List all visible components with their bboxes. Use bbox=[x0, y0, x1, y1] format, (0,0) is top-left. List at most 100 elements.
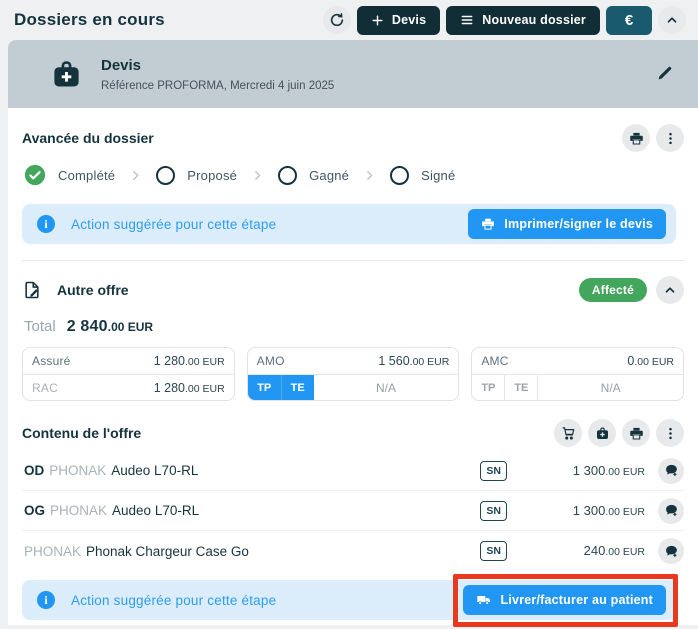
suggestion-bar-top: i Action suggérée pour cette étape Impri… bbox=[22, 204, 676, 244]
medical-bag-icon bbox=[54, 60, 79, 86]
progress-menu-button[interactable] bbox=[656, 124, 684, 152]
empty-step-circle bbox=[156, 165, 176, 185]
suggestion-text: Action suggérée pour cette étape bbox=[71, 216, 277, 232]
product-side: OG bbox=[24, 503, 46, 518]
check-circle-icon bbox=[24, 164, 46, 186]
comment-add-icon bbox=[665, 464, 677, 476]
product-side: OD bbox=[24, 463, 45, 478]
total-label: Total bbox=[24, 318, 56, 335]
menu-icon bbox=[461, 15, 473, 25]
offer-menu-button[interactable] bbox=[656, 419, 684, 447]
product-price: 1 300.00 EUR bbox=[572, 502, 645, 518]
euro-button[interactable]: € bbox=[606, 5, 652, 35]
product-name: Audeo L70-RL bbox=[111, 463, 199, 478]
content-header: Contenu de l'offre bbox=[22, 419, 684, 447]
chevron-right-icon bbox=[363, 169, 376, 182]
amc-tp-toggle[interactable]: TP bbox=[472, 375, 506, 400]
product-price: 1 300.00 EUR bbox=[572, 462, 645, 478]
step-propose[interactable]: Proposé bbox=[156, 165, 237, 185]
collapse-offer-button[interactable] bbox=[656, 276, 684, 304]
dossier-card: Devis Référence PROFORMA, Mercredi 4 jui… bbox=[8, 40, 698, 627]
amo-te-toggle[interactable]: TE bbox=[280, 375, 314, 400]
printer-icon bbox=[482, 218, 495, 230]
add-comment-button[interactable] bbox=[658, 538, 684, 564]
step-signe[interactable]: Signé bbox=[390, 165, 455, 185]
devis-title: Devis bbox=[101, 56, 142, 74]
comment-add-icon bbox=[665, 504, 677, 516]
devis-button[interactable]: Devis bbox=[356, 5, 441, 35]
info-icon: i bbox=[37, 215, 55, 233]
offer-total: Total 2 840 .00 EUR bbox=[22, 318, 684, 336]
offer-section: Autre offre Affecté Total 2 840 .00 EUR … bbox=[8, 261, 698, 627]
print-sign-devis-button[interactable]: Imprimer/signer le devis bbox=[468, 209, 666, 239]
amc-row: AMC 0.00 EUR bbox=[481, 354, 675, 368]
assure-row: Assuré 1 280.00 EUR bbox=[32, 354, 225, 368]
product-brand: PHONAK bbox=[50, 503, 108, 518]
refresh-icon bbox=[330, 13, 344, 27]
total-amount: 2 840 bbox=[66, 318, 108, 335]
dossier-stepper: Complété Proposé Gagné Signé bbox=[22, 164, 684, 186]
print-offer-button[interactable] bbox=[622, 419, 650, 447]
chevron-right-icon bbox=[129, 169, 142, 182]
document-edit-icon bbox=[22, 280, 42, 300]
edit-devis-button[interactable] bbox=[656, 64, 674, 85]
nouveau-dossier-button[interactable]: Nouveau dossier bbox=[446, 5, 600, 35]
add-comment-button[interactable] bbox=[658, 497, 684, 524]
printer-icon bbox=[629, 427, 643, 440]
amc-te-toggle[interactable]: TE bbox=[505, 375, 539, 400]
product-brand: PHONAK bbox=[24, 543, 82, 559]
status-badge: Affecté bbox=[578, 278, 647, 302]
offer-title: Autre offre bbox=[57, 282, 129, 298]
product-row: OG PHONAK Audeo L70-RL SN 1 300.00 EUR bbox=[22, 491, 684, 531]
amc-toggles: TP TE N/A bbox=[472, 374, 684, 400]
sn-badge[interactable]: SN bbox=[480, 541, 507, 561]
product-name: Audeo L70-RL bbox=[112, 503, 200, 518]
content-title: Contenu de l'offre bbox=[22, 425, 142, 441]
collapse-button[interactable] bbox=[658, 6, 686, 34]
amo-box: AMO 1 560.00 EUR TP TE N/A bbox=[246, 347, 460, 401]
total-fraction: .00 EUR bbox=[107, 320, 154, 334]
amo-tp-toggle[interactable]: TP bbox=[247, 375, 281, 400]
empty-step-circle bbox=[278, 165, 298, 185]
truck-icon bbox=[476, 596, 490, 605]
amo-na: N/A bbox=[376, 380, 397, 395]
amo-row: AMO 1 560.00 EUR bbox=[256, 354, 450, 368]
devis-subtitle: Référence PROFORMA, Mercredi 4 juin 2025 bbox=[101, 79, 335, 92]
suggestion-bar-bottom: i Action suggérée pour cette étape Livre… bbox=[22, 574, 678, 627]
kebab-menu-icon bbox=[668, 132, 672, 144]
amc-na: N/A bbox=[600, 380, 621, 395]
kebab-menu-icon bbox=[668, 427, 672, 439]
add-product-button[interactable] bbox=[588, 419, 616, 447]
add-comment-button[interactable] bbox=[658, 457, 684, 484]
header-actions: Devis Nouveau dossier € bbox=[322, 5, 686, 35]
chevron-up-icon bbox=[667, 17, 677, 23]
deliver-invoice-button[interactable]: Livrer/facturer au patient bbox=[462, 585, 666, 615]
step-complete[interactable]: Complété bbox=[24, 164, 115, 186]
product-name: Phonak Chargeur Case Go bbox=[86, 543, 249, 559]
chevron-right-icon bbox=[251, 169, 264, 182]
print-progress-button[interactable] bbox=[622, 124, 650, 152]
info-icon: i bbox=[37, 591, 55, 609]
cart-icon bbox=[562, 426, 574, 440]
devis-titles: Devis Référence PROFORMA, Mercredi 4 jui… bbox=[101, 57, 334, 92]
product-row: PHONAK Phonak Chargeur Case Go SN 240.00… bbox=[22, 531, 684, 571]
sn-badge[interactable]: SN bbox=[480, 460, 507, 481]
amc-box: AMC 0.00 EUR TP TE N/A bbox=[471, 347, 685, 401]
rac-row: RAC 1 280.00 EUR bbox=[23, 374, 234, 400]
comment-add-icon bbox=[665, 545, 677, 557]
amo-toggles: TP TE N/A bbox=[247, 374, 459, 400]
plus-icon bbox=[372, 14, 383, 26]
sn-badge[interactable]: SN bbox=[480, 500, 507, 521]
medical-bag-icon bbox=[596, 426, 608, 439]
refresh-button[interactable] bbox=[322, 6, 351, 34]
step-gagne[interactable]: Gagné bbox=[278, 165, 349, 185]
cart-button[interactable] bbox=[554, 419, 582, 447]
progress-section: Avancée du dossier Complété Proposé Gagn… bbox=[8, 108, 698, 261]
euro-symbol: € bbox=[624, 11, 634, 29]
empty-step-circle bbox=[390, 165, 410, 185]
page-title: Dossiers en cours bbox=[14, 10, 165, 29]
coverage-boxes: Assuré 1 280.00 EUR RAC 1 280.00 EUR AMO… bbox=[22, 347, 685, 401]
printer-icon bbox=[629, 132, 643, 145]
suggestion-text: Action suggérée pour cette étape bbox=[71, 592, 277, 608]
product-price: 240.00 EUR bbox=[583, 543, 645, 558]
